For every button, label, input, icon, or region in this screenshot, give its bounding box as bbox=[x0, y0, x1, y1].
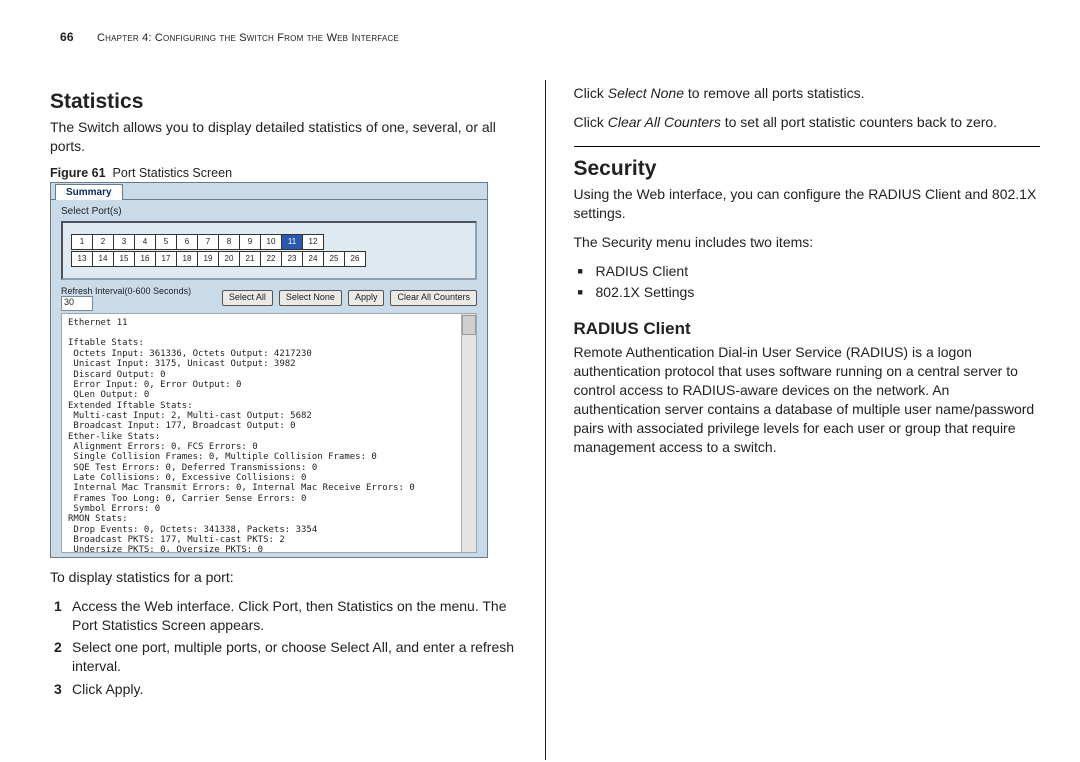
heading-security: Security bbox=[574, 157, 1041, 181]
port-7[interactable]: 7 bbox=[197, 234, 219, 250]
port-selector[interactable]: 123456789101112 131415161718192021222324… bbox=[61, 221, 477, 280]
port-9[interactable]: 9 bbox=[239, 234, 261, 250]
statistics-output-pane: Ethernet 11 Iftable Stats: Octets Input:… bbox=[61, 313, 477, 553]
list-item: RADIUS Client bbox=[574, 261, 1041, 282]
port-3[interactable]: 3 bbox=[113, 234, 135, 250]
page-number: 66 bbox=[60, 30, 74, 44]
port-16[interactable]: 16 bbox=[134, 251, 156, 267]
port-17[interactable]: 17 bbox=[155, 251, 177, 267]
port-11[interactable]: 11 bbox=[281, 234, 303, 250]
port-statistics-screenshot: Summary Select Port(s) 123456789101112 1… bbox=[50, 182, 488, 558]
scrollbar[interactable] bbox=[461, 314, 476, 552]
port-20[interactable]: 20 bbox=[218, 251, 240, 267]
section-rule bbox=[574, 146, 1041, 147]
step-item: Select one port, multiple ports, or choo… bbox=[50, 638, 517, 676]
port-1[interactable]: 1 bbox=[71, 234, 93, 250]
page-header: 66 Chapter 4: Configuring the Switch Fro… bbox=[60, 30, 1020, 44]
radius-description: Remote Authentication Dial-in User Servi… bbox=[574, 343, 1041, 456]
security-menu-label: The Security menu includes two items: bbox=[574, 233, 1041, 252]
port-23[interactable]: 23 bbox=[281, 251, 303, 267]
port-22[interactable]: 22 bbox=[260, 251, 282, 267]
statistics-text: Ethernet 11 Iftable Stats: Octets Input:… bbox=[68, 318, 470, 553]
select-none-button[interactable]: Select None bbox=[279, 290, 342, 306]
port-14[interactable]: 14 bbox=[92, 251, 114, 267]
chapter-label: Chapter 4: Configuring the Switch From t… bbox=[97, 32, 399, 44]
list-item: 802.1X Settings bbox=[574, 282, 1041, 303]
port-24[interactable]: 24 bbox=[302, 251, 324, 267]
refresh-interval-input[interactable]: 30 bbox=[61, 296, 93, 311]
select-none-tip: Click Select None to remove all ports st… bbox=[574, 84, 1041, 103]
port-19[interactable]: 19 bbox=[197, 251, 219, 267]
port-13[interactable]: 13 bbox=[71, 251, 93, 267]
select-ports-label: Select Port(s) bbox=[61, 206, 477, 217]
security-item-list: RADIUS Client802.1X Settings bbox=[574, 261, 1041, 303]
port-2[interactable]: 2 bbox=[92, 234, 114, 250]
steps-list: Access the Web interface. Click Port, th… bbox=[50, 597, 517, 699]
port-18[interactable]: 18 bbox=[176, 251, 198, 267]
security-intro: Using the Web interface, you can configu… bbox=[574, 185, 1041, 223]
refresh-interval-label: Refresh Interval(0-600 Seconds) bbox=[61, 286, 191, 296]
column-divider bbox=[545, 80, 546, 760]
heading-radius-client: RADIUS Client bbox=[574, 319, 1041, 339]
port-5[interactable]: 5 bbox=[155, 234, 177, 250]
heading-statistics: Statistics bbox=[50, 90, 517, 114]
clear-counters-tip: Click Clear All Counters to set all port… bbox=[574, 113, 1041, 132]
port-12[interactable]: 12 bbox=[302, 234, 324, 250]
port-10[interactable]: 10 bbox=[260, 234, 282, 250]
step-item: Access the Web interface. Click Port, th… bbox=[50, 597, 517, 635]
statistics-intro: The Switch allows you to display detaile… bbox=[50, 118, 517, 156]
figure-caption: Figure 61 Port Statistics Screen bbox=[50, 166, 517, 180]
port-4[interactable]: 4 bbox=[134, 234, 156, 250]
tab-summary[interactable]: Summary bbox=[55, 184, 123, 200]
apply-button[interactable]: Apply bbox=[348, 290, 385, 306]
port-6[interactable]: 6 bbox=[176, 234, 198, 250]
tab-row: Summary bbox=[51, 183, 487, 200]
clear-counters-button[interactable]: Clear All Counters bbox=[390, 290, 477, 306]
to-display-label: To display statistics for a port: bbox=[50, 568, 517, 587]
port-25[interactable]: 25 bbox=[323, 251, 345, 267]
port-15[interactable]: 15 bbox=[113, 251, 135, 267]
select-all-button[interactable]: Select All bbox=[222, 290, 273, 306]
port-21[interactable]: 21 bbox=[239, 251, 261, 267]
step-item: Click Apply. bbox=[50, 680, 517, 699]
port-8[interactable]: 8 bbox=[218, 234, 240, 250]
port-26[interactable]: 26 bbox=[344, 251, 366, 267]
